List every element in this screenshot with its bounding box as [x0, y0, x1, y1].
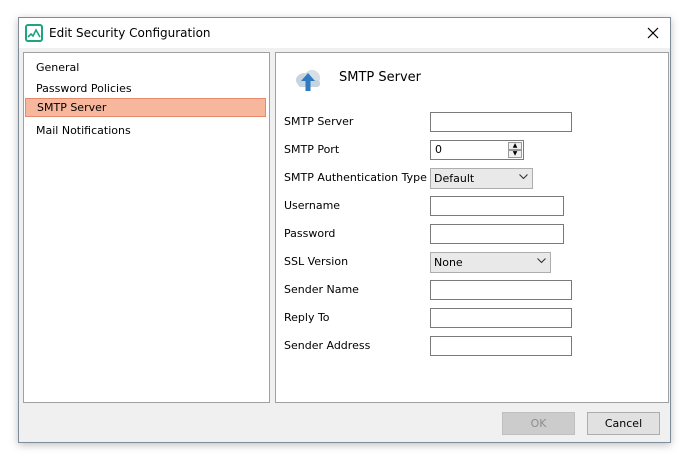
title-bar: Edit Security Configuration — [19, 18, 670, 48]
edit-security-dialog: Edit Security Configuration General Pass… — [18, 17, 671, 443]
settings-nav-panel: General Password Policies SMTP Server Ma… — [23, 52, 270, 403]
smtp-port-value: 0 — [435, 143, 442, 156]
ssl-version-select[interactable]: None — [430, 252, 551, 273]
smtp-server-input[interactable] — [430, 112, 572, 132]
sender-name-label: Sender Name — [284, 283, 359, 296]
section-title: SMTP Server — [339, 70, 422, 85]
sender-address-label: Sender Address — [284, 339, 371, 352]
spin-down-icon[interactable]: ▼ — [508, 150, 522, 158]
cancel-button[interactable]: Cancel — [587, 412, 660, 435]
reply-to-label: Reply To — [284, 311, 330, 324]
window-title: Edit Security Configuration — [49, 26, 211, 40]
chevron-down-icon — [519, 174, 528, 180]
ssl-version-label: SSL Version — [284, 255, 349, 268]
nav-item-mail-notifications[interactable]: Mail Notifications — [25, 121, 266, 140]
spin-up-icon[interactable]: ▲ — [508, 142, 522, 150]
auth-type-value: Default — [434, 172, 475, 185]
smtp-port-label: SMTP Port — [284, 143, 340, 156]
app-chart-icon — [25, 24, 43, 42]
nav-item-smtp-server[interactable]: SMTP Server — [25, 98, 266, 117]
smtp-port-stepper[interactable]: 0 ▲ ▼ — [430, 140, 524, 160]
auth-type-select[interactable]: Default — [430, 168, 533, 189]
username-label: Username — [284, 199, 341, 212]
username-input[interactable] — [430, 196, 564, 216]
ssl-version-value: None — [434, 256, 463, 269]
smtp-settings-panel: SMTP Server SMTP Server SMTP Port 0 ▲ ▼ … — [275, 52, 669, 403]
sender-address-input[interactable] — [430, 336, 572, 356]
smtp-server-label: SMTP Server — [284, 115, 354, 128]
password-label: Password — [284, 227, 336, 240]
sender-name-input[interactable] — [430, 280, 572, 300]
cloud-upload-icon — [296, 70, 320, 91]
chevron-down-icon — [537, 258, 546, 264]
close-icon — [647, 27, 659, 39]
reply-to-input[interactable] — [430, 308, 572, 328]
close-button[interactable] — [636, 18, 670, 48]
ok-button[interactable]: OK — [502, 412, 575, 435]
nav-item-password-policies[interactable]: Password Policies — [25, 79, 266, 98]
port-spin-buttons: ▲ ▼ — [508, 142, 522, 158]
nav-item-general[interactable]: General — [25, 58, 266, 77]
password-input[interactable] — [430, 224, 564, 244]
auth-type-label: SMTP Authentication Type — [284, 171, 427, 184]
